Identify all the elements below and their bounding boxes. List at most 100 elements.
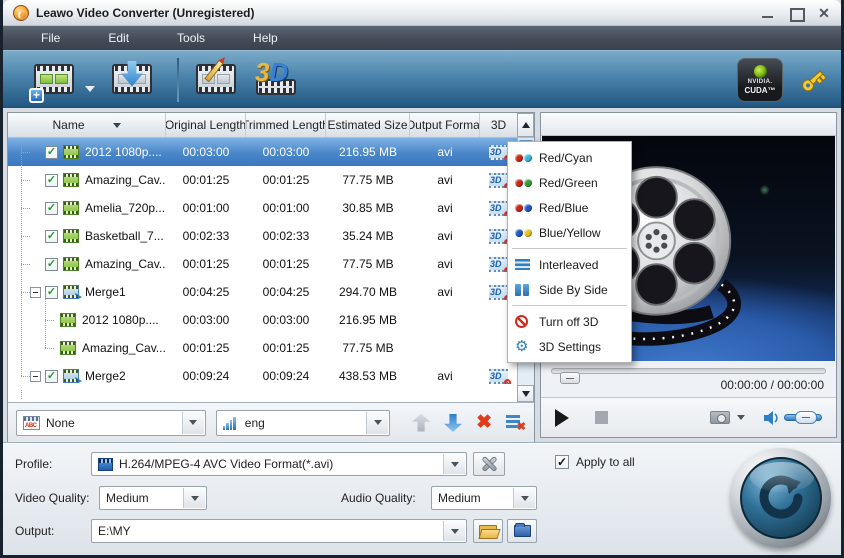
estimated-size: 77.75 MB: [326, 341, 410, 355]
column-header-original-length[interactable]: Original Length: [166, 113, 246, 137]
row-checkbox[interactable]: [45, 230, 58, 243]
stop-button[interactable]: [595, 411, 608, 424]
clear-list-button[interactable]: ✖: [506, 414, 526, 431]
table-row[interactable]: 2012 1080p.... 00:03:00 00:03:00 216.95 …: [8, 138, 517, 166]
row-checkbox[interactable]: [45, 370, 58, 383]
browse-folder-button[interactable]: [507, 519, 537, 543]
toolbar: + 3D NVIDIA. CUDA™: [3, 50, 841, 108]
row-checkbox[interactable]: [45, 286, 58, 299]
table-row[interactable]: 2012 1080p.... 00:03:00 00:03:00 216.95 …: [8, 306, 517, 334]
expander-icon[interactable]: [30, 287, 41, 298]
row-3d-icon[interactable]: 3D: [489, 229, 508, 244]
snapshot-dropdown-caret[interactable]: [737, 415, 745, 420]
row-checkbox[interactable]: [45, 258, 58, 271]
column-header-name[interactable]: Name: [8, 113, 166, 137]
scroll-down-button[interactable]: [517, 385, 534, 402]
menu-item-3d-settings[interactable]: ⚙ 3D Settings: [508, 334, 631, 359]
file-list-panel: Name Original Length Trimmed Length Esti…: [7, 112, 535, 443]
profile-select[interactable]: H.264/MPEG-4 AVC Video Format(*.avi): [91, 452, 467, 476]
table-row[interactable]: Amazing_Cav... 00:01:25 00:01:25 77.75 M…: [8, 250, 517, 278]
output-format: avi: [410, 173, 480, 187]
3d-movie-button[interactable]: 3D: [253, 59, 299, 101]
3d-mode-menu: Red/Cyan Red/Green Red/Blue Blue/Yellow …: [507, 141, 632, 363]
menu-edit[interactable]: Edit: [84, 31, 153, 45]
menu-item-red-cyan[interactable]: Red/Cyan: [508, 145, 631, 170]
seek-handle[interactable]: [560, 372, 580, 384]
column-header-output-format[interactable]: Output Format: [410, 113, 480, 137]
row-3d-icon[interactable]: 3D: [489, 257, 508, 272]
side-by-side-icon: [515, 284, 539, 296]
estimated-size: 216.95 MB: [326, 145, 410, 159]
nvidia-brand-text: NVIDIA.: [748, 79, 773, 85]
menu-item-blue-yellow[interactable]: Blue/Yellow: [508, 220, 631, 245]
scroll-up-button[interactable]: [517, 113, 534, 137]
expander-icon[interactable]: [30, 371, 41, 382]
move-down-button[interactable]: [444, 414, 462, 432]
table-row[interactable]: Amazing_Cav... 00:01:25 00:01:25 77.75 M…: [8, 166, 517, 194]
close-button[interactable]: ✕: [817, 7, 831, 19]
profile-label: Profile:: [15, 457, 52, 471]
column-header-estimated-size[interactable]: Estimated Size: [326, 113, 410, 137]
video-quality-dropdown-arrow[interactable]: [183, 488, 205, 508]
edit-video-button[interactable]: [193, 59, 239, 101]
open-folder-button[interactable]: [473, 519, 503, 543]
row-3d-icon[interactable]: 3D: [489, 201, 508, 216]
menu-file[interactable]: File: [17, 31, 84, 45]
output-format: avi: [410, 257, 480, 271]
column-header-trimmed-length[interactable]: Trimmed Length: [246, 113, 326, 137]
subtitle-select[interactable]: None: [16, 410, 206, 436]
play-button[interactable]: [555, 409, 569, 427]
volume-handle[interactable]: [795, 411, 817, 424]
seek-slider[interactable]: [551, 368, 826, 374]
row-3d-icon[interactable]: 3D: [489, 369, 508, 384]
profile-tools-icon: [481, 456, 497, 472]
convert-button[interactable]: [731, 448, 831, 548]
profile-edit-button[interactable]: [473, 452, 505, 476]
video-file-icon: [63, 173, 79, 187]
file-name: Merge1: [85, 285, 126, 299]
table-row[interactable]: Basketball_7... 00:02:33 00:02:33 35.24 …: [8, 222, 517, 250]
download-video-button[interactable]: [109, 59, 155, 101]
subtitle-dropdown-arrow[interactable]: [182, 412, 204, 434]
add-video-dropdown-caret[interactable]: [85, 86, 95, 92]
audio-dropdown-arrow[interactable]: [366, 412, 388, 434]
row-3d-icon[interactable]: 3D: [489, 173, 508, 188]
menu-item-interleaved[interactable]: Interleaved: [508, 252, 631, 277]
menu-tools[interactable]: Tools: [153, 31, 229, 45]
menu-item-side-by-side[interactable]: Side By Side: [508, 277, 631, 302]
video-file-icon: [63, 145, 79, 159]
volume-speaker-icon[interactable]: [763, 410, 779, 426]
menu-item-red-blue[interactable]: Red/Blue: [508, 195, 631, 220]
move-up-button[interactable]: [412, 414, 430, 432]
output-dropdown-arrow[interactable]: [443, 521, 465, 541]
audio-quality-dropdown-arrow[interactable]: [513, 488, 535, 508]
row-checkbox[interactable]: [45, 146, 58, 159]
row-3d-icon[interactable]: 3D: [489, 145, 508, 160]
minimize-button[interactable]: [761, 7, 775, 19]
apply-to-all-checkbox[interactable]: [555, 455, 569, 469]
menu-item-turn-off-3d[interactable]: Turn off 3D: [508, 309, 631, 334]
menu-item-red-green[interactable]: Red/Green: [508, 170, 631, 195]
table-row[interactable]: Merge2 00:09:24 00:09:24 438.53 MB avi 3…: [8, 362, 517, 390]
audio-quality-select[interactable]: Medium: [431, 486, 537, 510]
original-length: 00:02:33: [166, 229, 246, 243]
video-quality-select[interactable]: Medium: [99, 486, 207, 510]
snapshot-camera-icon[interactable]: [710, 411, 730, 424]
row-checkbox[interactable]: [45, 202, 58, 215]
row-checkbox[interactable]: [45, 174, 58, 187]
column-header-3d[interactable]: 3D: [480, 113, 517, 137]
volume-slider[interactable]: [784, 414, 822, 421]
glasses-red-green-icon: [515, 179, 539, 187]
table-row[interactable]: Merge1 00:04:25 00:04:25 294.70 MB avi 3…: [8, 278, 517, 306]
register-key-icon[interactable]: [796, 61, 833, 98]
row-3d-icon[interactable]: 3D: [489, 285, 508, 300]
audio-track-select[interactable]: eng: [216, 410, 390, 436]
table-row[interactable]: Amelia_720p... 00:01:00 00:01:00 30.85 M…: [8, 194, 517, 222]
menu-help[interactable]: Help: [229, 31, 302, 45]
output-path-select[interactable]: E:\MY: [91, 519, 467, 543]
maximize-button[interactable]: [789, 7, 803, 19]
table-row[interactable]: Amazing_Cav... 00:01:25 00:01:25 77.75 M…: [8, 334, 517, 362]
remove-file-button[interactable]: ✖: [476, 414, 492, 432]
profile-dropdown-arrow[interactable]: [443, 454, 465, 474]
add-video-button[interactable]: +: [31, 59, 77, 101]
